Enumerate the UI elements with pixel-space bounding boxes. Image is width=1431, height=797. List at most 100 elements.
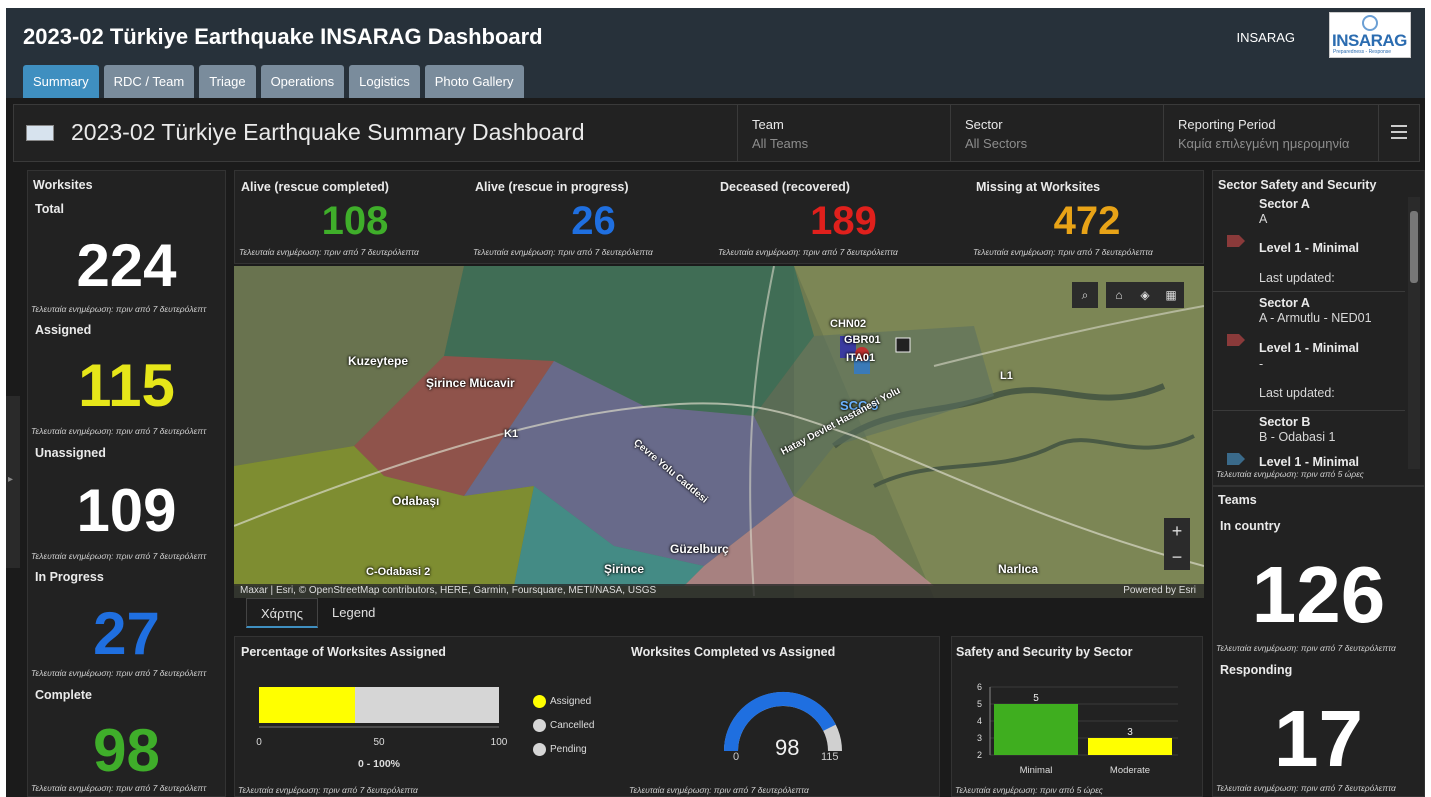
tab-operations[interactable]: Operations	[260, 65, 345, 98]
kpi-updated: Τελευταία ενημέρωση: πριν από 7 δευτερόλ…	[239, 247, 419, 257]
top-bar: 2023-02 Türkiye Earthquake INSARAG Dashb…	[6, 8, 1425, 98]
dashboard-app: 2023-02 Türkiye Earthquake INSARAG Dashb…	[6, 8, 1425, 797]
menu-button[interactable]	[1378, 105, 1421, 161]
tab-legend[interactable]: Legend	[318, 598, 389, 628]
powered-by-esri[interactable]: Powered by Esri	[1123, 584, 1196, 598]
bar-segment-pending	[355, 687, 499, 723]
sector-last-updated: Last updated:	[1259, 386, 1335, 400]
teams-title: Teams	[1218, 493, 1257, 507]
summary-header: 2023-02 Türkiye Earthquake Summary Dashb…	[13, 104, 1420, 162]
map-layers-icon[interactable]: ◈	[1132, 282, 1158, 308]
operations-map[interactable]: Kuzeytepe Şirince Mücavir Odabaşı Güzelb…	[234, 266, 1204, 598]
page-title: 2023-02 Türkiye Earthquake Summary Dashb…	[71, 119, 585, 145]
map-label-chn02: CHN02	[830, 318, 867, 330]
assignment-panel: Percentage of Worksites Assigned 0 50 100 0…	[234, 636, 940, 797]
map-label-guzelburc: Güzelburç	[670, 542, 729, 556]
rescue-kpis: Alive (rescue completed) 108 Τελευταία ε…	[234, 170, 1204, 264]
chevron-right-icon: ▸	[8, 474, 14, 485]
map-home-icon[interactable]: ⌂	[1106, 282, 1132, 308]
sector-desc: A - Armutlu - NED01	[1259, 311, 1372, 325]
sector-filter[interactable]: Sector All Sectors	[950, 105, 1163, 161]
tab-triage[interactable]: Triage	[199, 65, 256, 98]
gauge-title: Worksites Completed vs Assigned	[631, 645, 836, 659]
x-axis-label: 0 - 100%	[358, 758, 401, 770]
map-zoom-out-button[interactable]: −	[1164, 544, 1190, 570]
attribution-text: Maxar | Esri, © OpenStreetMap contributo…	[240, 585, 657, 596]
map-search-icon[interactable]: ⌕	[1072, 282, 1098, 308]
tab-photo-gallery[interactable]: Photo Gallery	[424, 65, 524, 98]
in-progress-label: In Progress	[35, 570, 104, 584]
gauge-updated: Τελευταία ενημέρωση: πριν από 7 δευτερόλ…	[629, 785, 809, 795]
bar-moderate	[1088, 738, 1172, 755]
kpi-updated: Τελευταία ενημέρωση: πριν από 7 δευτερόλ…	[473, 247, 653, 257]
x-tick-label: 50	[373, 737, 385, 748]
kpi-label: Missing at Worksites	[976, 180, 1101, 194]
legend-label: Cancelled	[550, 720, 595, 732]
safety-bar-chart: 2 3 4 5 6 5 Minimal 3 Moderate	[977, 682, 1178, 776]
sector-level: Level 1 - Minimal	[1259, 241, 1360, 255]
sector-item[interactable]: Sector A A - Armutlu - NED01 Level 1 - M…	[1213, 296, 1405, 411]
reporting-period-value: Καμία επιλεγμένη ημερομηνία	[1178, 136, 1350, 151]
total-value: 224	[76, 232, 177, 299]
bar-minimal	[994, 704, 1078, 755]
legend-pending[interactable]: Pending	[533, 743, 587, 756]
pct-assigned-chart: 0 50 100 0 - 100%	[256, 687, 508, 770]
tab-logistics[interactable]: Logistics	[349, 65, 420, 98]
sector-desc: B - Odabasi 1	[1259, 430, 1336, 444]
map-label-kuzeytepe: Kuzeytepe	[348, 354, 409, 368]
team-filter[interactable]: Team All Teams	[737, 105, 950, 161]
unassigned-value: 109	[76, 477, 177, 544]
in-country-updated: Τελευταία ενημέρωση: πριν από 7 δευτερόλ…	[1216, 643, 1396, 653]
tab-summary[interactable]: Summary	[23, 65, 99, 98]
scrollbar-thumb[interactable]	[1410, 211, 1418, 283]
data-label: 5	[1033, 693, 1039, 704]
y-tick-label: 2	[977, 750, 982, 760]
map-zoom-in-button[interactable]: +	[1164, 518, 1190, 544]
logo-text: INSARAG	[1332, 31, 1407, 50]
responding-updated: Τελευταία ενημέρωση: πριν από 7 δευτερόλ…	[1216, 783, 1396, 793]
sector-desc: A	[1259, 212, 1268, 226]
sector-item[interactable]: Sector A A Level 1 - Minimal Last update…	[1213, 197, 1405, 292]
side-panel-toggle[interactable]: ▸	[6, 396, 20, 568]
reporting-period-filter[interactable]: Reporting Period Καμία επιλεγμένη ημερομ…	[1163, 105, 1378, 161]
map-label-k1: K1	[504, 428, 519, 440]
tab-map[interactable]: Χάρτης	[246, 598, 319, 628]
legend-label: Pending	[550, 744, 587, 756]
sector-safety-list[interactable]: Sector A A Level 1 - Minimal Last update…	[1213, 197, 1413, 469]
sector-safety-title: Sector Safety and Security	[1218, 178, 1377, 192]
sector-filter-value: All Sectors	[965, 136, 1028, 151]
sector-name: Sector A	[1259, 296, 1310, 310]
legend-assigned[interactable]: Assigned	[533, 695, 591, 708]
legend-cancelled[interactable]: Cancelled	[533, 719, 594, 732]
x-tick-label: Moderate	[1110, 765, 1150, 776]
total-label: Total	[35, 202, 64, 216]
sector-level: Level 1 - Minimal	[1259, 341, 1360, 355]
sector-list-scrollbar[interactable]	[1408, 197, 1420, 469]
kpi-updated: Τελευταία ενημέρωση: πριν από 7 δευτερόλ…	[973, 247, 1153, 257]
warning-level-icon	[1227, 453, 1245, 465]
responding-label: Responding	[1220, 663, 1293, 677]
complete-updated: Τελευταία ενημέρωση: πριν από 7 δευτερόλ…	[31, 783, 207, 793]
sector-item[interactable]: Sector B B - Odabasi 1 Level 1 - Minimal	[1213, 415, 1405, 469]
legend-dot-cancelled	[533, 719, 546, 732]
map-label-ita01: ITA01	[846, 352, 876, 364]
map-qr-icon[interactable]: ▦	[1158, 282, 1184, 308]
x-tick-label: Minimal	[1020, 765, 1053, 776]
insarag-logo: INSARAG Preparedness - Response	[1329, 12, 1411, 58]
map-label-gbr01: GBR01	[844, 334, 881, 346]
gauge-value: 98	[775, 735, 800, 760]
hamburger-icon	[1391, 125, 1407, 143]
map-label-sirince-mucavir: Şirince Mücavir	[426, 376, 515, 390]
gauge-max: 115	[821, 751, 839, 763]
sector-safety-updated: Τελευταία ενημέρωση: πριν από 5 ώρες	[1216, 469, 1364, 479]
sector-safety-panel: Sector Safety and Security Sector A A Le…	[1212, 170, 1425, 486]
legend-dot-assigned	[533, 695, 546, 708]
assigned-label: Assigned	[35, 323, 92, 337]
tab-rdc-team[interactable]: RDC / Team	[103, 65, 195, 98]
sector-desc-2: -	[1259, 357, 1264, 371]
safety-chart-title: Safety and Security by Sector	[956, 645, 1133, 659]
map-label-odabasi2: C-Odabasi 2	[366, 566, 431, 578]
y-tick-label: 3	[977, 733, 982, 743]
teams-panel: Teams In country 126 Τελευταία ενημέρωση…	[1212, 486, 1425, 797]
kpi-updated: Τελευταία ενημέρωση: πριν από 7 δευτερόλ…	[718, 247, 898, 257]
